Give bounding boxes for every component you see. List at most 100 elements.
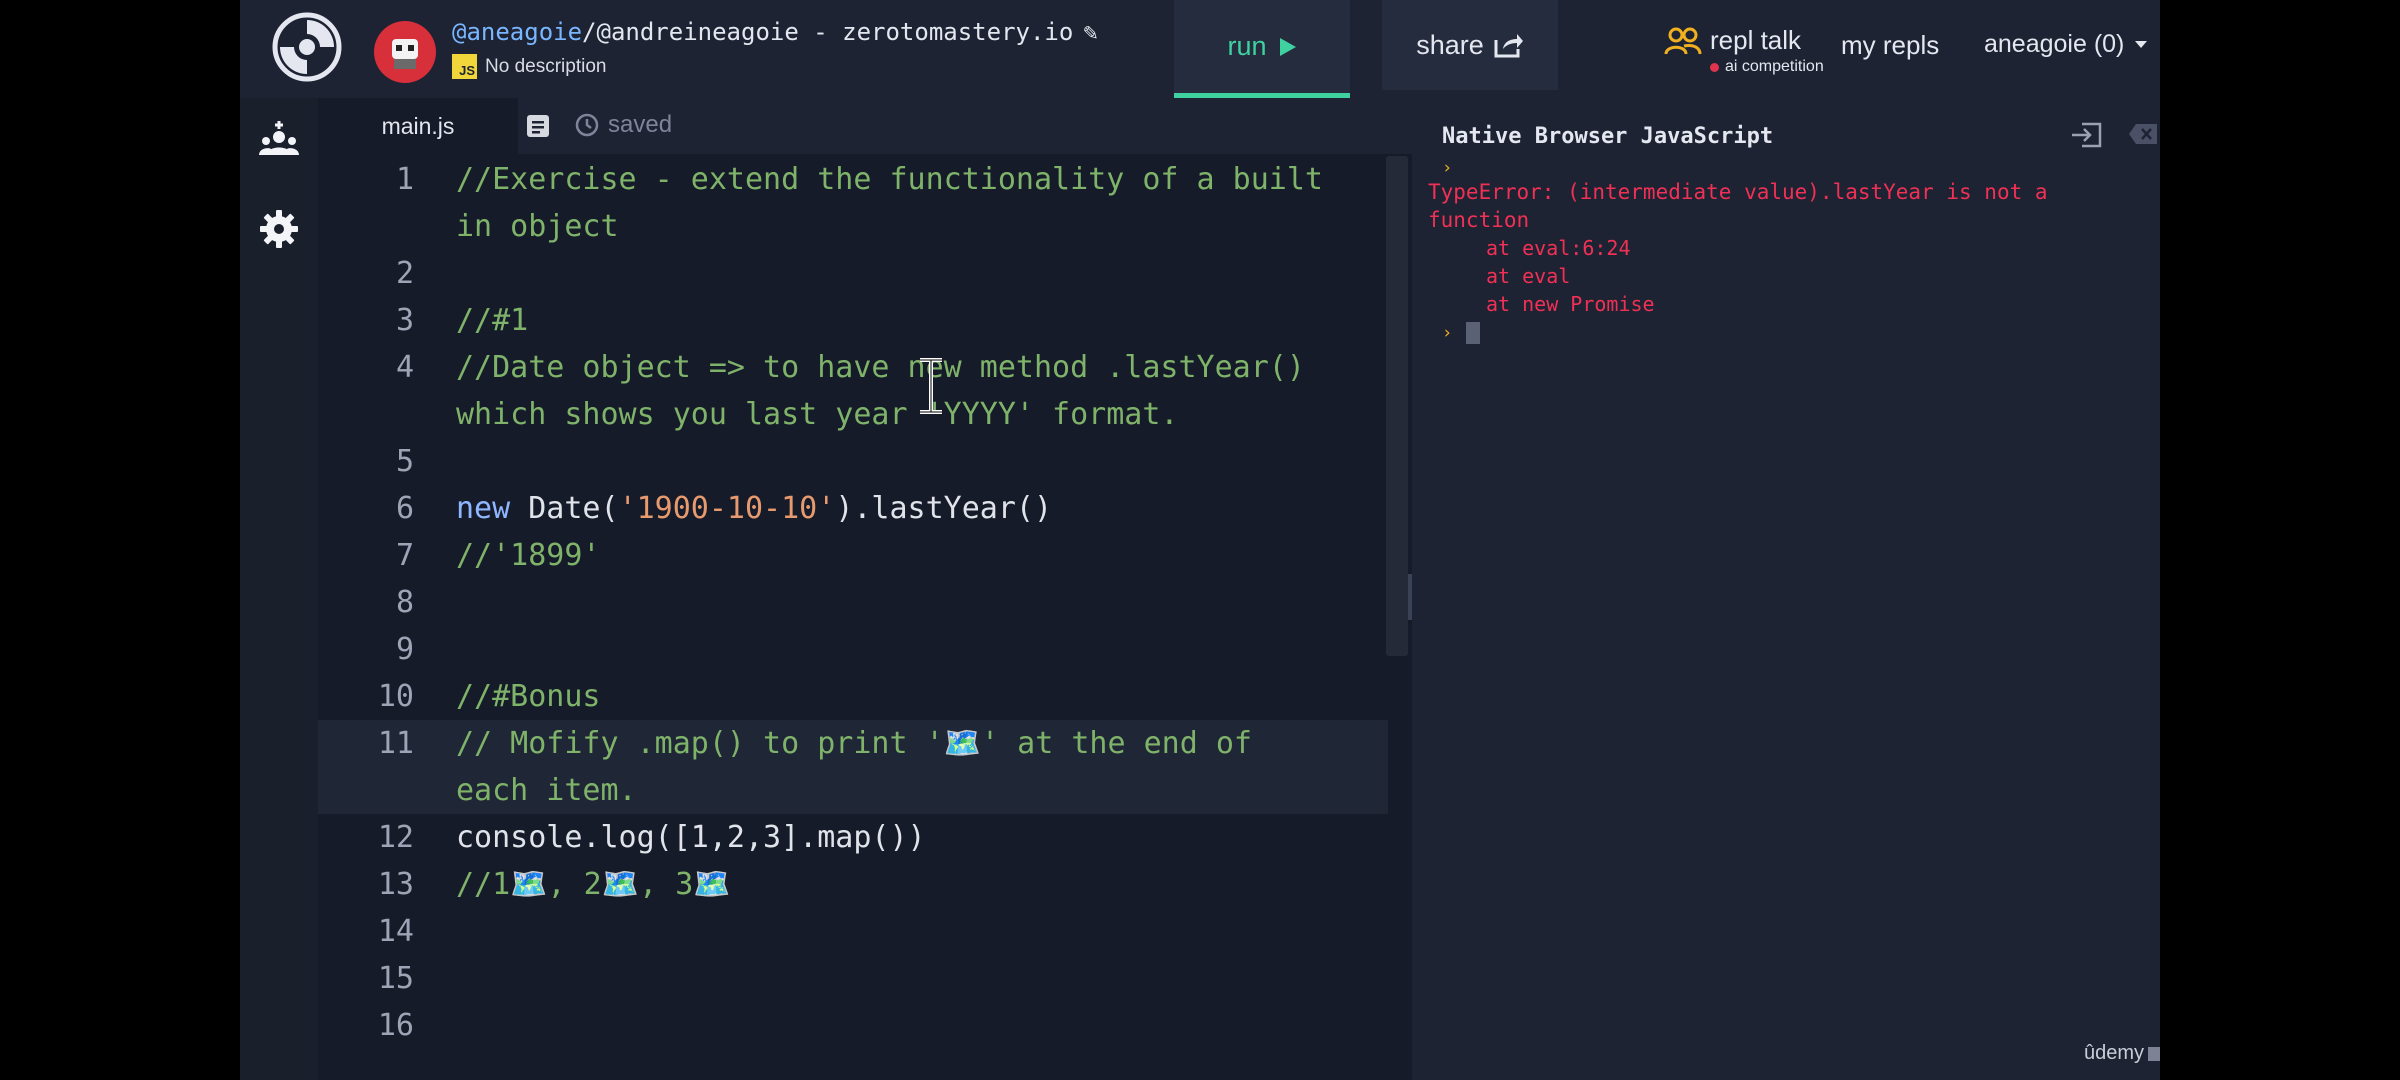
tab-main-js[interactable]: main.js bbox=[318, 98, 518, 154]
clear-console-icon[interactable] bbox=[2128, 122, 2158, 146]
user-menu-label: aneagoie (0) bbox=[1984, 30, 2125, 58]
line-number: 1 bbox=[395, 162, 414, 197]
code-editor[interactable]: main.js saved 1 //Exercise - extend the f… bbox=[318, 98, 1412, 1080]
repl-talk-label: repl talk bbox=[1710, 25, 1802, 55]
line-number: 6 bbox=[395, 491, 414, 526]
repl-talk-sub-label: ai competition bbox=[1725, 58, 1824, 75]
input-prompt-chevron-icon: › bbox=[1442, 323, 1453, 343]
repl-talk-subtitle: ai competition bbox=[1710, 58, 1824, 76]
error-message: TypeError: (intermediate value).lastYear… bbox=[1428, 180, 2061, 232]
editor-scrollbar[interactable] bbox=[1386, 156, 1408, 656]
code-line: 2 bbox=[318, 250, 1388, 297]
code-line: 5 bbox=[318, 438, 1388, 485]
code-area[interactable]: 1 //Exercise - extend the functionality o… bbox=[318, 156, 1388, 1049]
exit-icon[interactable] bbox=[2070, 122, 2102, 148]
console-input-row[interactable]: › bbox=[1428, 322, 2128, 344]
code-line: 8 bbox=[318, 579, 1388, 626]
string-token: '1900-10-10' bbox=[618, 491, 836, 526]
add-user-icon[interactable] bbox=[254, 118, 304, 168]
pencil-icon[interactable]: ✎ bbox=[1083, 18, 1097, 46]
saved-status: saved bbox=[574, 111, 672, 139]
code-line: 3 //#1 bbox=[318, 297, 1388, 344]
line-number: 14 bbox=[377, 914, 414, 949]
left-rail bbox=[240, 98, 318, 1080]
share-label: share bbox=[1416, 29, 1484, 60]
code-line: 10 //#Bonus bbox=[318, 673, 1388, 720]
line-number: 11 bbox=[377, 726, 414, 761]
description-text: No description bbox=[485, 55, 607, 77]
gear-icon[interactable] bbox=[254, 204, 304, 254]
line-number: 9 bbox=[395, 632, 414, 667]
stack-trace-line: at eval:6:24 bbox=[1486, 236, 1631, 260]
my-repls-link[interactable]: my repls bbox=[1841, 30, 1939, 61]
notification-dot bbox=[1710, 62, 1719, 72]
line-number: 16 bbox=[377, 1008, 414, 1043]
console-toolbar bbox=[2070, 122, 2158, 148]
keyword-token: new bbox=[456, 491, 529, 526]
line-number: 8 bbox=[395, 585, 414, 620]
repl-owner-link[interactable]: @aneagoie bbox=[452, 18, 582, 46]
code-line: 1 //Exercise - extend the functionality o… bbox=[318, 156, 1388, 250]
code-line: 12 console.log([1,2,3].map()) bbox=[318, 814, 1388, 861]
file-icon[interactable] bbox=[524, 112, 552, 140]
line-number: 2 bbox=[395, 256, 414, 291]
code-text: //#1 bbox=[456, 303, 529, 338]
js-language-icon: JS bbox=[452, 54, 477, 79]
code-line: 14 bbox=[318, 908, 1388, 955]
repl-title[interactable]: @aneagoie/@andreineagoie - zerotomastery… bbox=[452, 18, 1098, 46]
line-number: 4 bbox=[395, 350, 414, 385]
watermark-text: ûdemy bbox=[2084, 1042, 2145, 1064]
play-icon bbox=[1279, 37, 1296, 56]
code-line: 16 bbox=[318, 1002, 1388, 1049]
share-icon bbox=[1494, 34, 1523, 58]
share-button[interactable]: share bbox=[1382, 0, 1558, 90]
prompt-chevron-icon: › bbox=[1442, 158, 1453, 178]
repl-description[interactable]: JS No description bbox=[452, 54, 606, 79]
code-line: 7 //'1899' bbox=[318, 532, 1388, 579]
code-line: 15 bbox=[318, 955, 1388, 1002]
code-text: //Exercise - extend the functionality of… bbox=[456, 162, 1342, 244]
line-number: 3 bbox=[395, 303, 414, 338]
top-bar: @aneagoie/@andreineagoie - zerotomastery… bbox=[240, 0, 2160, 98]
line-number: 5 bbox=[395, 444, 414, 479]
repl-name: /@andreineagoie - zerotomastery.io bbox=[582, 18, 1074, 46]
stack-trace-line: at new Promise bbox=[1486, 292, 1655, 316]
line-number: 10 bbox=[377, 679, 414, 714]
user-menu[interactable]: aneagoie (0) bbox=[1984, 30, 2148, 59]
input-caret bbox=[1466, 322, 1481, 344]
code-line: 13 //1🗺️, 2🗺️, 3🗺️ bbox=[318, 861, 1388, 908]
replit-app: @aneagoie/@andreineagoie - zerotomastery… bbox=[240, 0, 2160, 1080]
code-text: //#Bonus bbox=[456, 679, 601, 714]
replit-logo-icon[interactable] bbox=[272, 12, 342, 82]
history-icon bbox=[575, 113, 599, 137]
console-output: › TypeError: (intermediate value).lastYe… bbox=[1428, 158, 2128, 344]
users-icon bbox=[1664, 27, 1702, 55]
plain-token: ).lastYear() bbox=[835, 491, 1053, 526]
console-title: Native Browser JavaScript bbox=[1442, 124, 1774, 149]
code-text: //Date object => to have new method .las… bbox=[456, 350, 1323, 432]
code-text: //1🗺️, 2🗺️, 3🗺️ bbox=[456, 867, 731, 902]
code-line-active: 11 // Mofify .map() to print '🗺️' at the … bbox=[318, 720, 1388, 814]
udemy-watermark: ûdemy bbox=[2084, 1042, 2160, 1065]
run-label: run bbox=[1227, 31, 1267, 61]
robot-avatar-icon bbox=[392, 39, 418, 69]
line-number: 7 bbox=[395, 538, 414, 573]
code-text: //'1899' bbox=[456, 538, 601, 573]
run-button[interactable]: run bbox=[1174, 0, 1350, 98]
code-line: 4 //Date object => to have new method .la… bbox=[318, 344, 1388, 438]
code-text: console.log([1,2,3].map()) bbox=[456, 820, 926, 855]
chevron-down-icon bbox=[2135, 40, 2148, 48]
code-line: 6 new Date('1900-10-10').lastYear() bbox=[318, 485, 1388, 532]
avatar[interactable] bbox=[374, 21, 436, 83]
repl-talk-link[interactable]: repl talk ai competition bbox=[1664, 26, 1824, 76]
file-tab-bar: main.js saved bbox=[318, 98, 1412, 154]
pane-resize-handle[interactable] bbox=[1408, 574, 1412, 620]
console-pane[interactable]: Native Browser JavaScript › TypeError: (… bbox=[1418, 98, 2160, 1080]
watermark-logo-icon bbox=[2148, 1046, 2160, 1061]
plain-token: Date( bbox=[528, 491, 619, 526]
code-text: new Date('1900-10-10').lastYear() bbox=[456, 485, 1336, 532]
line-number: 13 bbox=[377, 867, 414, 902]
text-cursor-icon bbox=[920, 358, 942, 414]
saved-label: saved bbox=[608, 111, 673, 138]
stack-trace-line: at eval bbox=[1486, 264, 1571, 288]
